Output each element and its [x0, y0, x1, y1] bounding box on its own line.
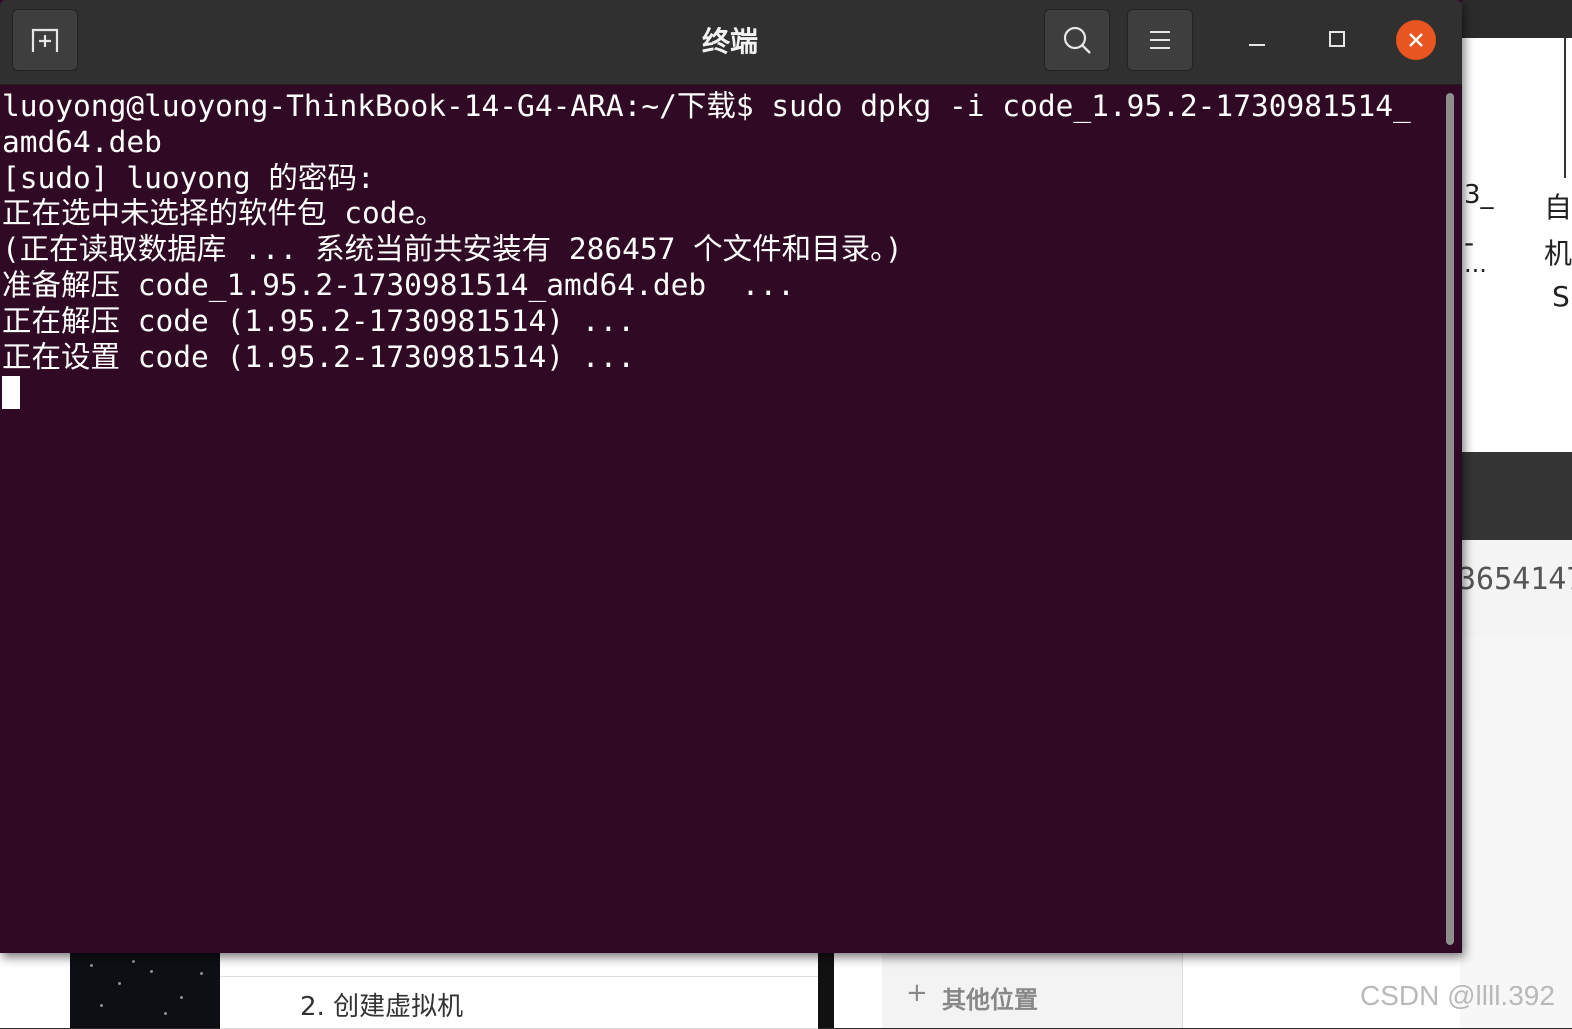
terminal-line: 正在解压 code (1.95.2-1730981514) ...	[2, 303, 636, 338]
background-number: 3654147	[1458, 562, 1572, 597]
background-document: 2. 创建虚拟机	[220, 952, 818, 1029]
minimize-button[interactable]	[1236, 18, 1278, 60]
background-dark-band	[1460, 452, 1572, 540]
terminal-line: amd64.deb	[2, 124, 162, 159]
hamburger-menu-icon	[1150, 31, 1170, 49]
menu-button[interactable]	[1127, 9, 1193, 71]
window-title: 终端	[701, 25, 758, 58]
terminal-text: luoyong@luoyong-ThinkBook-14-G4-ARA:~/下载…	[0, 85, 1442, 411]
terminal-line: 准备解压 code_1.95.2-1730981514_amd64.deb ..…	[2, 267, 795, 302]
background-fragment: 3_	[1464, 180, 1494, 210]
background-files-sidebar: + 其他位置	[882, 952, 1183, 1028]
search-button[interactable]	[1044, 9, 1110, 71]
terminal-line: 正在选中未选择的软件包 code。	[2, 196, 445, 231]
background-thumbnail	[70, 952, 220, 1028]
terminal-line: luoyong@luoyong-ThinkBook-14-G4-ARA:~/下载…	[2, 89, 1411, 123]
watermark: CSDN @llll.392	[1360, 980, 1555, 1011]
terminal-window: 终端 luoyong@luoyong-ThinkBook-14-G4-ARA:~…	[0, 0, 1462, 953]
background-divider	[220, 976, 818, 977]
background-dark-strip	[818, 952, 834, 1028]
background-fragment: 机	[1544, 237, 1572, 270]
background-topbar	[1460, 0, 1572, 38]
terminal-line: [sudo] luoyong 的密码:	[2, 160, 375, 195]
background-row	[1460, 636, 1572, 717]
background-divider	[1564, 38, 1566, 178]
plus-icon: +	[906, 978, 928, 1008]
other-locations-item[interactable]: 其他位置	[942, 980, 1038, 1015]
new-tab-button[interactable]	[12, 9, 78, 71]
background-fragment: S	[1552, 280, 1570, 313]
minimize-icon	[1249, 44, 1265, 46]
new-tab-icon	[31, 28, 59, 52]
terminal-line: 正在设置 code (1.95.2-1730981514) ...	[2, 339, 636, 374]
title-bar: 终端	[0, 0, 1462, 85]
background-fragment: ...	[1464, 250, 1487, 278]
background-window-right	[1460, 0, 1572, 1028]
terminal-output[interactable]: luoyong@luoyong-ThinkBook-14-G4-ARA:~/下载…	[0, 85, 1442, 953]
background-fragment: 自	[1544, 191, 1572, 224]
scrollbar-thumb[interactable]	[1446, 93, 1454, 945]
search-icon	[1063, 26, 1091, 54]
maximize-button[interactable]	[1316, 18, 1358, 60]
maximize-icon	[1329, 31, 1345, 47]
terminal-line: (正在读取数据库 ... 系统当前共安装有 286457 个文件和目录。)	[2, 232, 903, 267]
terminal-cursor	[2, 376, 20, 410]
close-icon	[1409, 33, 1423, 47]
background-doc-step: 2. 创建虚拟机	[300, 992, 464, 1022]
close-button[interactable]	[1396, 20, 1436, 60]
